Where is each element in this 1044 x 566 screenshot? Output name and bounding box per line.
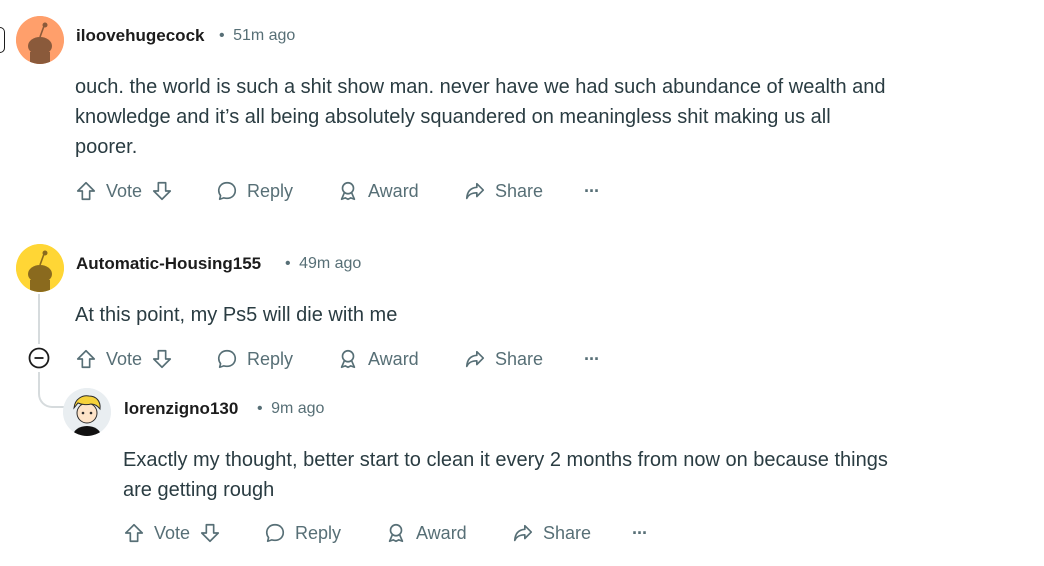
share-label: Share	[495, 348, 544, 369]
award-button[interactable]: Award	[385, 518, 467, 548]
comment-line: Exactly my thought, better start to clea…	[123, 449, 888, 471]
award-icon	[337, 180, 359, 202]
more-options-button[interactable]: ···	[584, 344, 600, 374]
vote-group: Vote	[123, 518, 221, 548]
meta-separator: •	[285, 255, 291, 272]
share-icon	[512, 522, 534, 544]
downvote-icon[interactable]	[199, 522, 221, 544]
upvote-icon[interactable]	[75, 348, 97, 370]
snoo-avatar-icon	[16, 16, 64, 64]
comment-time: 49m ago	[299, 255, 362, 272]
award-icon	[385, 522, 407, 544]
more-options-button[interactable]: ···	[632, 518, 648, 548]
share-button[interactable]: Share	[512, 518, 591, 548]
comment-author[interactable]: lorenzigno130	[124, 399, 238, 419]
award-button[interactable]: Award	[337, 344, 419, 374]
upvote-icon[interactable]	[123, 522, 145, 544]
award-label: Award	[368, 180, 419, 201]
meta-separator: •	[219, 27, 225, 44]
avatar[interactable]	[63, 388, 111, 436]
avatar[interactable]	[16, 16, 64, 64]
comment-line: poorer.	[75, 136, 138, 158]
reply-icon	[216, 180, 238, 202]
reply-label: Reply	[247, 348, 294, 369]
vote-label: Vote	[106, 180, 143, 201]
share-label: Share	[495, 180, 544, 201]
comment-line: ouch. the world is such a shit show man.…	[75, 76, 886, 98]
more-icon: ···	[584, 180, 600, 201]
comment-body: Exactly my thought, better start to clea…	[123, 445, 1003, 505]
downvote-icon[interactable]	[151, 180, 173, 202]
more-options-button[interactable]: ···	[584, 176, 600, 206]
comment-time: 51m ago	[233, 27, 296, 44]
comment-author[interactable]: iloovehugecock	[76, 26, 204, 46]
thread-line[interactable]	[38, 294, 40, 344]
avatar[interactable]	[16, 244, 64, 292]
reply-icon	[216, 348, 238, 370]
reply-button[interactable]: Reply	[264, 518, 341, 548]
upvote-icon[interactable]	[75, 180, 97, 202]
comment-line: are getting rough	[123, 479, 275, 501]
more-icon: ···	[584, 348, 600, 369]
thread-line-parent	[0, 27, 5, 53]
snoo-avatar-icon	[16, 244, 64, 292]
comment-timestamp: • 49m ago	[285, 255, 361, 273]
more-icon: ···	[632, 522, 648, 543]
vote-label: Vote	[154, 522, 191, 543]
share-button[interactable]: Share	[464, 176, 543, 206]
vote-label: Vote	[106, 348, 143, 369]
award-label: Award	[416, 522, 467, 543]
comment-line: knowledge and it’s all being absolutely …	[75, 106, 831, 128]
comment-body: ouch. the world is such a shit show man.…	[75, 72, 975, 162]
comment-timestamp: • 9m ago	[257, 400, 324, 418]
comment-author[interactable]: Automatic-Housing155	[76, 254, 261, 274]
share-icon	[464, 180, 486, 202]
reply-label: Reply	[295, 522, 342, 543]
collapse-button[interactable]	[28, 347, 50, 369]
comment-time: 9m ago	[271, 400, 325, 417]
share-label: Share	[543, 522, 592, 543]
comment-timestamp: • 51m ago	[219, 27, 295, 45]
award-button[interactable]: Award	[337, 176, 419, 206]
user-avatar-icon	[63, 388, 111, 436]
downvote-icon[interactable]	[151, 348, 173, 370]
reply-icon	[264, 522, 286, 544]
share-icon	[464, 348, 486, 370]
thread-connector	[38, 386, 64, 408]
vote-group: Vote	[75, 344, 173, 374]
vote-group: Vote	[75, 176, 173, 206]
reply-button[interactable]: Reply	[216, 344, 293, 374]
comment-body: At this point, my Ps5 will die with me	[75, 300, 975, 330]
collapse-icon	[28, 347, 50, 369]
share-button[interactable]: Share	[464, 344, 543, 374]
comment-line: At this point, my Ps5 will die with me	[75, 304, 398, 326]
meta-separator: •	[257, 400, 263, 417]
reply-label: Reply	[247, 180, 294, 201]
reply-button[interactable]: Reply	[216, 176, 293, 206]
award-icon	[337, 348, 359, 370]
award-label: Award	[368, 348, 419, 369]
